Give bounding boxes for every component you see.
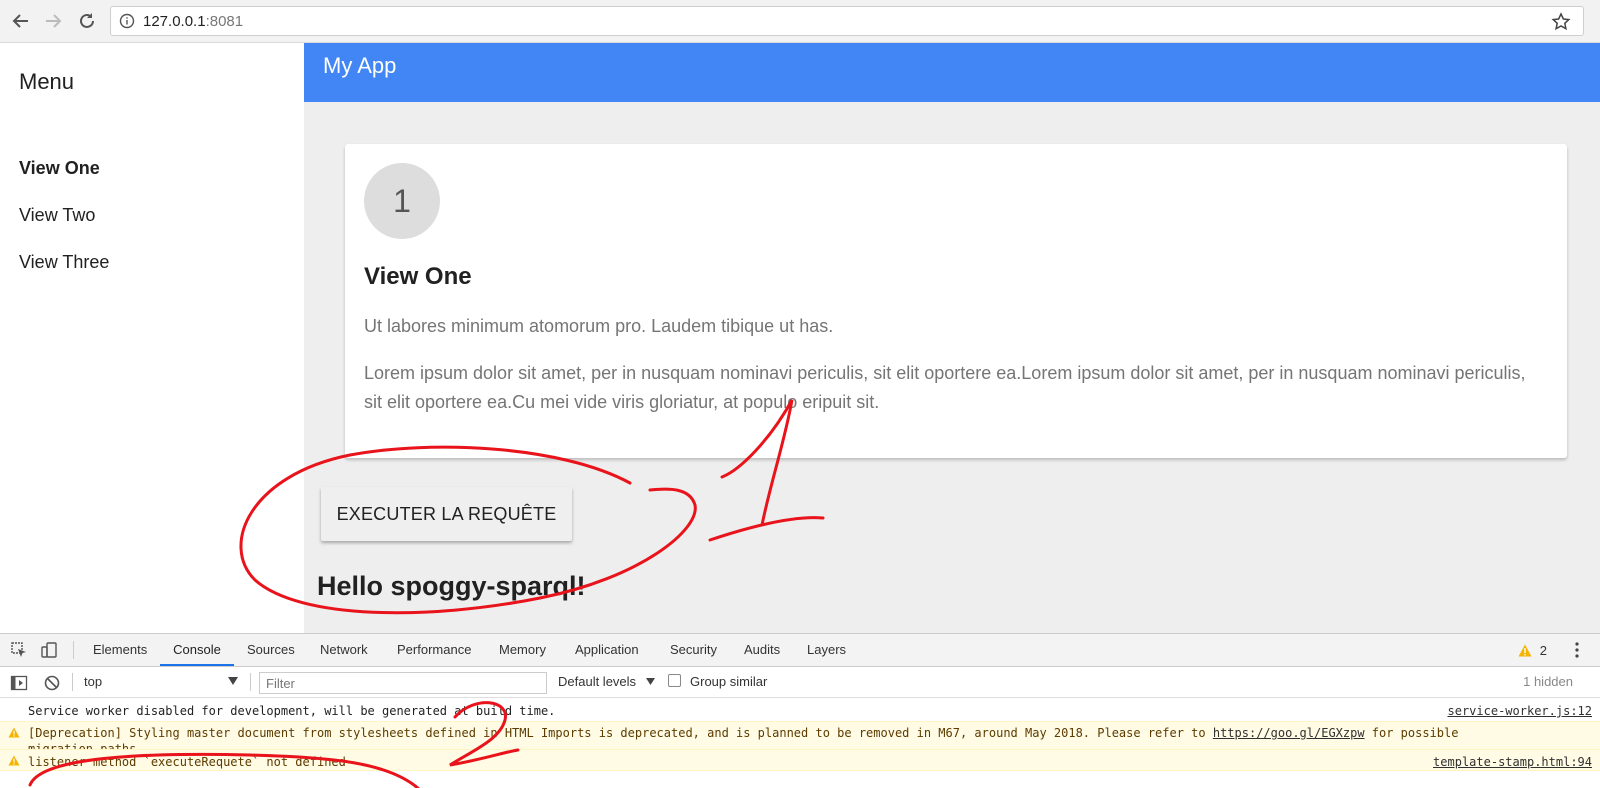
main-content: 1 View One Ut labores minimum atomorum p… <box>304 102 1600 633</box>
tab-layers[interactable]: Layers <box>806 634 847 666</box>
tab-security[interactable]: Security <box>669 634 718 666</box>
tab-sources[interactable]: Sources <box>246 634 296 666</box>
browser-toolbar: 127.0.0.1:8081 <box>0 0 1600 43</box>
tab-audits[interactable]: Audits <box>743 634 781 666</box>
url-host: 127.0.0.1 <box>143 12 206 30</box>
reload-button[interactable] <box>74 8 100 34</box>
tab-network[interactable]: Network <box>319 634 369 666</box>
tab-memory[interactable]: Memory <box>498 634 547 666</box>
inspect-element-icon[interactable] <box>10 641 28 659</box>
log-link[interactable]: https://goo.gl/EGXzpw <box>1213 726 1365 740</box>
arrow-right-icon <box>46 14 62 28</box>
toolbar-divider <box>250 673 251 691</box>
device-toolbar-icon[interactable] <box>40 641 58 659</box>
execute-query-button[interactable]: EXECUTER LA REQUÊTE <box>321 487 572 541</box>
tab-console[interactable]: Console <box>160 634 234 666</box>
devtools-panel: Elements Console Sources Network Perform… <box>0 633 1600 788</box>
menu-item-view-two[interactable]: View Two <box>19 205 95 226</box>
log-message: listener method `executeRequete` not def… <box>28 755 346 769</box>
filter-input[interactable] <box>259 672 547 694</box>
toolbar-divider <box>72 673 73 691</box>
console-toolbar: top Default levels Group similar 1 hidde… <box>0 667 1600 698</box>
bookmark-star-icon[interactable] <box>1551 12 1571 32</box>
hello-heading: Hello spoggy-sparql! <box>317 571 586 601</box>
reload-icon <box>80 13 94 28</box>
view-card: 1 View One Ut labores minimum atomorum p… <box>345 144 1567 458</box>
view-number-circle: 1 <box>364 163 440 239</box>
arrow-left-icon <box>12 14 28 28</box>
card-paragraph: Ut labores minimum atomorum pro. Laudem … <box>364 316 834 336</box>
tab-performance[interactable]: Performance <box>396 634 472 666</box>
sidebar-toggle-icon[interactable] <box>10 674 28 692</box>
forward-button[interactable] <box>40 8 66 34</box>
devtools-tabbar: Elements Console Sources Network Perform… <box>0 634 1600 667</box>
warning-icon <box>1518 644 1532 657</box>
menu-item-view-one[interactable]: View One <box>19 158 100 179</box>
back-button[interactable] <box>8 8 34 34</box>
group-similar-checkbox[interactable] <box>668 674 681 687</box>
context-select[interactable]: top <box>80 671 244 693</box>
log-message-text: for possible <box>1364 726 1459 740</box>
url-port: :8081 <box>205 12 244 30</box>
card-paragraph: Lorem ipsum dolor sit amet, per in nusqu… <box>364 363 1526 412</box>
log-message-text: [Deprecation] Styling master document fr… <box>28 726 1213 740</box>
log-message: Service worker disabled for development,… <box>28 704 556 718</box>
card-heading: View One <box>364 263 472 290</box>
app-drawer: Menu View One View Two View Three <box>0 43 304 633</box>
group-similar-label: Group similar <box>690 674 768 689</box>
warning-count[interactable]: 2 <box>1540 643 1547 658</box>
app-header: My App <box>304 43 1600 102</box>
tab-application[interactable]: Application <box>574 634 640 666</box>
app-title: My App <box>323 53 397 78</box>
hidden-count: 1 hidden <box>1523 674 1573 689</box>
drawer-title: Menu <box>19 69 75 94</box>
console-log-row: Service worker disabled for development,… <box>0 699 1600 721</box>
log-message: [Deprecation] Styling master document fr… <box>28 726 1458 740</box>
more-options-icon[interactable] <box>1574 641 1580 659</box>
toolbar-divider <box>73 641 74 659</box>
log-levels-select[interactable]: Default levels <box>558 674 636 689</box>
menu-item-view-three[interactable]: View Three <box>19 252 109 273</box>
info-icon <box>119 13 135 29</box>
warning-icon <box>8 755 20 766</box>
clear-console-icon[interactable] <box>43 674 61 692</box>
chevron-down-icon <box>228 677 238 685</box>
tab-elements[interactable]: Elements <box>92 634 148 666</box>
address-bar[interactable]: 127.0.0.1:8081 <box>110 6 1584 36</box>
log-source-link[interactable]: service-worker.js:12 <box>1448 704 1593 718</box>
warning-icon <box>8 727 20 738</box>
log-source-link[interactable]: template-stamp.html:94 <box>1433 755 1592 769</box>
console-warning-row: listener method `executeRequete` not def… <box>0 749 1600 771</box>
chevron-down-icon <box>646 678 655 685</box>
